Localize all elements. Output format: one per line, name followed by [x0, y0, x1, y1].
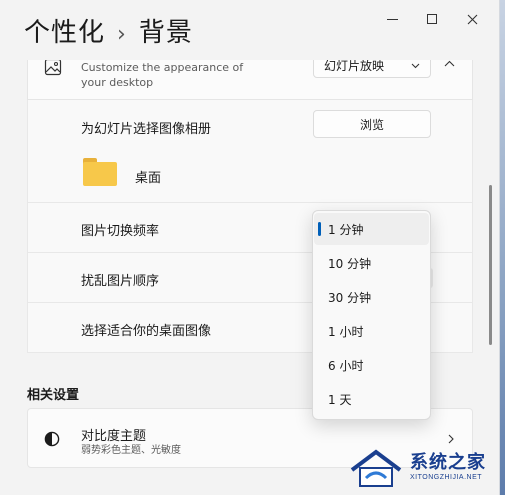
background-description: Customize the appearance of your desktop [81, 61, 244, 89]
frequency-option[interactable]: 30 分钟 [314, 281, 429, 313]
related-settings-heading: 相关设置 [27, 388, 80, 403]
title-bar: 个性化 › 背景 [0, 0, 499, 60]
page-title: 背景 [138, 18, 193, 48]
chevron-down-icon [411, 63, 420, 69]
frequency-option[interactable]: 1 分钟 [314, 213, 429, 245]
breadcrumb-separator: › [117, 22, 127, 47]
house-logo-icon [350, 449, 402, 487]
album-label: 为幻灯片选择图像相册 [81, 122, 212, 137]
maximize-button[interactable] [412, 6, 452, 32]
contrast-title: 对比度主题 [81, 429, 147, 444]
frequency-option[interactable]: 1 小时 [314, 315, 429, 347]
frequency-label: 图片切换频率 [81, 224, 160, 239]
contrast-subtitle: 弱势彩色主题、光敏度 [81, 445, 181, 456]
minimize-icon [386, 18, 398, 20]
frequency-option[interactable]: 10 分钟 [314, 247, 429, 279]
album-row: 为幻灯片选择图像相册 浏览 桌面 [27, 100, 473, 203]
shuffle-label: 扰乱图片顺序 [81, 274, 160, 289]
maximize-icon [427, 14, 437, 24]
minimize-button[interactable] [372, 6, 412, 32]
fit-label: 选择适合你的桌面图像 [81, 324, 212, 339]
frequency-option[interactable]: 6 小时 [314, 349, 429, 381]
image-icon [44, 58, 62, 76]
breadcrumb-personalization[interactable]: 个性化 [24, 18, 105, 48]
contrast-icon [44, 431, 60, 447]
breadcrumb: 个性化 › 背景 [24, 12, 193, 49]
close-button[interactable] [452, 6, 492, 32]
watermark-text: 系统之家 [410, 452, 486, 473]
watermark-sub: XITONGZHIJIA.NET [410, 474, 483, 481]
selection-indicator [318, 222, 321, 236]
browse-button[interactable]: 浏览 [313, 110, 431, 138]
close-icon [467, 14, 477, 24]
chevron-up-icon[interactable] [444, 60, 455, 67]
watermark: 系统之家 XITONGZHIJIA.NET [340, 442, 500, 492]
frequency-flyout: 1 分钟 10 分钟 30 分钟 1 小时 6 小时 1 天 [312, 210, 431, 420]
frequency-option[interactable]: 1 天 [314, 383, 429, 415]
desktop-edge [500, 0, 505, 495]
scrollbar[interactable] [489, 185, 492, 345]
folder-icon [83, 158, 117, 186]
folder-name: 桌面 [135, 171, 162, 186]
